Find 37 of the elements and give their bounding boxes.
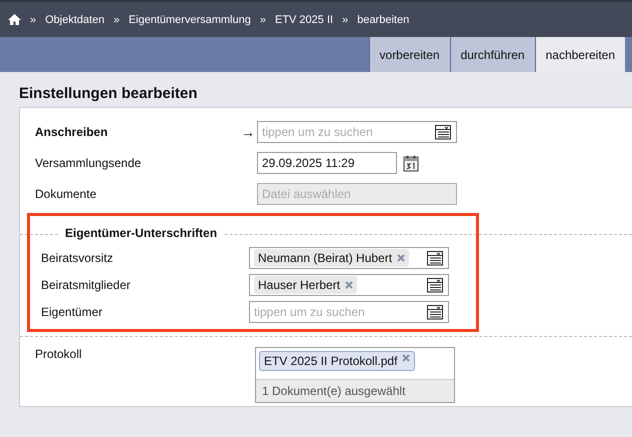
breadcrumb-separator: » (30, 14, 36, 26)
tag-field[interactable]: Neumann (Beirat) Hubert (249, 246, 449, 268)
field-label: Dokumente (35, 186, 98, 200)
calendar-icon[interactable] (403, 154, 419, 172)
file-picker[interactable]: ETV 2025 II Protokoll.pdf 1 Dokument(e) ausgewählt (255, 347, 455, 403)
list-icon[interactable] (426, 276, 444, 292)
breadcrumb-link[interactable]: bearbeiten (357, 14, 410, 26)
arrow-marker: → (240, 124, 256, 140)
tag-chip: Neumann (Beirat) Hubert (254, 248, 410, 266)
tab[interactable]: durchführen (450, 37, 535, 72)
field-label: Protokoll (35, 347, 83, 363)
list-icon[interactable] (426, 250, 444, 266)
field-label: Beiratsvorsitz (41, 250, 114, 264)
tag-field[interactable]: Hauser Herbert (249, 274, 449, 296)
section-title: Eigentümer-Unterschriften (59, 226, 224, 240)
breadcrumb-separator: » (342, 14, 348, 26)
remove-icon[interactable] (397, 254, 406, 262)
selection-status: 1 Dokument(e) ausgewählt (256, 379, 454, 402)
tab[interactable]: vorbereiten (368, 37, 450, 72)
list-icon[interactable] (434, 124, 452, 140)
home-icon[interactable] (8, 14, 21, 25)
breadcrumb-link[interactable]: ETV 2025 II (274, 14, 334, 26)
breadcrumb-link[interactable]: Eigentümerversammlung (128, 14, 251, 26)
field-label: Eigentümer (41, 304, 104, 318)
page-title: Einstellungen bearbeiten (18, 84, 198, 104)
date-field[interactable]: 29.09.2025 11:29 (257, 152, 397, 174)
breadcrumb-separator: » (260, 14, 266, 26)
field-label: Anschreiben (35, 124, 109, 138)
file-chip: ETV 2025 II Protokoll.pdf (259, 351, 416, 371)
tab[interactable]: nachbereiten (534, 37, 625, 72)
tag-chip: Hauser Herbert (254, 276, 358, 294)
field-label: Versammlungsende (35, 156, 142, 170)
breadcrumb-separator: » (113, 14, 120, 26)
breadcrumb-link[interactable]: Objektdaten (45, 14, 104, 26)
field-label: Beiratsmitglieder (41, 278, 132, 292)
list-icon[interactable] (426, 304, 444, 320)
remove-icon[interactable] (345, 280, 354, 288)
